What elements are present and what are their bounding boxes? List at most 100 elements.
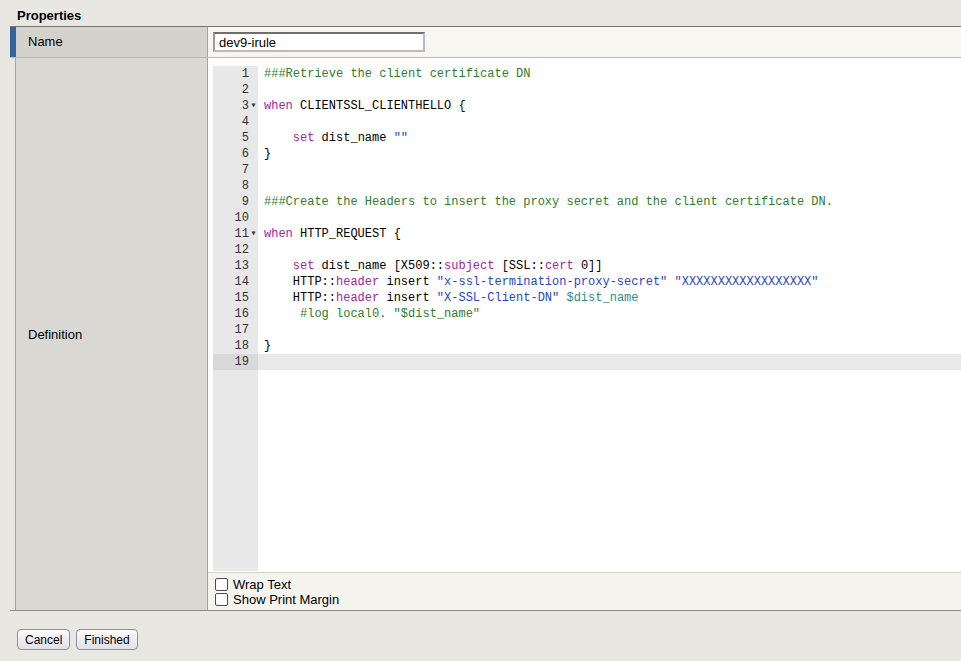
definition-label-cell: Definition bbox=[15, 58, 208, 610]
line-number: 17 bbox=[235, 322, 249, 338]
line-number: 4 bbox=[242, 114, 249, 130]
gutter-line-number: 10 bbox=[213, 210, 258, 226]
name-input[interactable] bbox=[213, 32, 425, 52]
line-number: 18 bbox=[235, 338, 249, 354]
line-number: 14 bbox=[235, 274, 249, 290]
code-line[interactable] bbox=[258, 178, 961, 194]
checkbox-show-print-margin[interactable] bbox=[215, 593, 228, 606]
fold-slot bbox=[249, 338, 258, 354]
line-number: 3 bbox=[242, 98, 249, 114]
page-title: Properties bbox=[17, 8, 81, 23]
fold-slot bbox=[249, 66, 258, 82]
gutter-line-number: 16 bbox=[213, 306, 258, 322]
gutter-line-number: 1 bbox=[213, 66, 258, 82]
line-number: 7 bbox=[242, 162, 249, 178]
code-line[interactable] bbox=[258, 322, 961, 338]
gutter-line-number: 7 bbox=[213, 162, 258, 178]
gutter-line-number: 12 bbox=[213, 242, 258, 258]
gutter-line-number: 5 bbox=[213, 130, 258, 146]
code-line[interactable] bbox=[258, 242, 961, 258]
code-line[interactable]: } bbox=[258, 146, 961, 162]
name-value-cell bbox=[208, 27, 961, 57]
gutter-line-number: 6 bbox=[213, 146, 258, 162]
gutter-line-number: 8 bbox=[213, 178, 258, 194]
line-number: 6 bbox=[242, 146, 249, 162]
fold-slot bbox=[249, 258, 258, 274]
fold-arrow-icon[interactable]: ▾ bbox=[249, 226, 258, 242]
code-line[interactable]: } bbox=[258, 338, 961, 354]
fold-slot bbox=[249, 146, 258, 162]
checkbox-label: Wrap Text bbox=[233, 577, 291, 592]
gutter-line-number: 17 bbox=[213, 322, 258, 338]
fold-slot bbox=[249, 194, 258, 210]
code-line[interactable]: HTTP::header insert "x-ssl-termination-p… bbox=[258, 274, 961, 290]
code-line[interactable] bbox=[258, 114, 961, 130]
gutter-line-number: 13 bbox=[213, 258, 258, 274]
line-number: 16 bbox=[235, 306, 249, 322]
code-line[interactable] bbox=[258, 210, 961, 226]
checkbox-label: Show Print Margin bbox=[233, 592, 339, 607]
name-label: Name bbox=[16, 27, 207, 57]
fold-slot bbox=[249, 322, 258, 338]
fold-slot bbox=[249, 354, 258, 370]
code-line[interactable]: ###Create the Headers to insert the prox… bbox=[258, 194, 961, 210]
line-number: 10 bbox=[235, 210, 249, 226]
line-number: 19 bbox=[235, 354, 249, 370]
code-editor[interactable]: 123▾4567891011▾1213141516171819 ###Retri… bbox=[208, 58, 961, 610]
fold-arrow-icon[interactable]: ▾ bbox=[249, 98, 258, 114]
code-line[interactable] bbox=[258, 82, 961, 98]
line-number: 12 bbox=[235, 242, 249, 258]
checkbox-wrap-text[interactable] bbox=[215, 578, 228, 591]
editor-option-row: Wrap Text bbox=[215, 577, 961, 592]
fold-slot bbox=[249, 290, 258, 306]
line-number: 2 bbox=[242, 82, 249, 98]
line-number: 1 bbox=[242, 66, 249, 82]
gutter-line-number: 19 bbox=[213, 354, 258, 370]
editor-options-bar: Wrap TextShow Print Margin bbox=[208, 572, 961, 610]
code-line[interactable]: ###Retrieve the client certificate DN bbox=[258, 66, 961, 82]
gutter-line-number: 11▾ bbox=[213, 226, 258, 242]
name-row: Name bbox=[10, 27, 961, 57]
gutter-line-number: 18 bbox=[213, 338, 258, 354]
gutter-line-number: 3▾ bbox=[213, 98, 258, 114]
gutter-line-number: 14 bbox=[213, 274, 258, 290]
fold-slot bbox=[249, 178, 258, 194]
fold-slot bbox=[249, 114, 258, 130]
definition-label: Definition bbox=[16, 327, 82, 342]
code-line[interactable]: when CLIENTSSL_CLIENTHELLO { bbox=[258, 98, 961, 114]
action-buttons: Cancel Finished bbox=[17, 629, 138, 650]
code-line[interactable]: HTTP::header insert "X-SSL-Client-DN" $d… bbox=[258, 290, 961, 306]
code-line[interactable]: when HTTP_REQUEST { bbox=[258, 226, 961, 242]
fold-slot bbox=[249, 130, 258, 146]
code-line[interactable] bbox=[258, 354, 961, 370]
code-line[interactable]: set dist_name [X509::subject [SSL::cert … bbox=[258, 258, 961, 274]
gutter-line-number: 4 bbox=[213, 114, 258, 130]
fold-slot bbox=[249, 82, 258, 98]
gutter-line-number: 15 bbox=[213, 290, 258, 306]
fold-slot bbox=[249, 306, 258, 322]
fold-slot bbox=[249, 162, 258, 178]
gutter-line-number: 2 bbox=[213, 82, 258, 98]
finished-button[interactable]: Finished bbox=[76, 629, 137, 650]
cancel-button[interactable]: Cancel bbox=[17, 629, 70, 650]
editor-code[interactable]: ###Retrieve the client certificate DN whe… bbox=[258, 66, 961, 370]
fold-slot bbox=[249, 242, 258, 258]
properties-table: Name Definition 123▾4567891011▾121314151… bbox=[10, 26, 961, 611]
line-number: 5 bbox=[242, 130, 249, 146]
gutter-line-number: 9 bbox=[213, 194, 258, 210]
definition-row: Definition 123▾4567891011▾12131415161718… bbox=[10, 58, 961, 610]
fold-slot bbox=[249, 210, 258, 226]
table-bottom-border bbox=[10, 610, 961, 611]
line-number: 11 bbox=[235, 226, 249, 242]
code-line[interactable]: set dist_name "" bbox=[258, 130, 961, 146]
line-number: 8 bbox=[242, 178, 249, 194]
code-line[interactable] bbox=[258, 162, 961, 178]
line-number: 9 bbox=[242, 194, 249, 210]
line-number: 13 bbox=[235, 258, 249, 274]
editor-gutter: 123▾4567891011▾1213141516171819 bbox=[213, 66, 258, 571]
line-number: 15 bbox=[235, 290, 249, 306]
editor-option-row: Show Print Margin bbox=[215, 592, 961, 607]
fold-slot bbox=[249, 274, 258, 290]
code-line[interactable]: #log local0. "$dist_name" bbox=[258, 306, 961, 322]
name-label-cell: Name bbox=[10, 27, 208, 57]
